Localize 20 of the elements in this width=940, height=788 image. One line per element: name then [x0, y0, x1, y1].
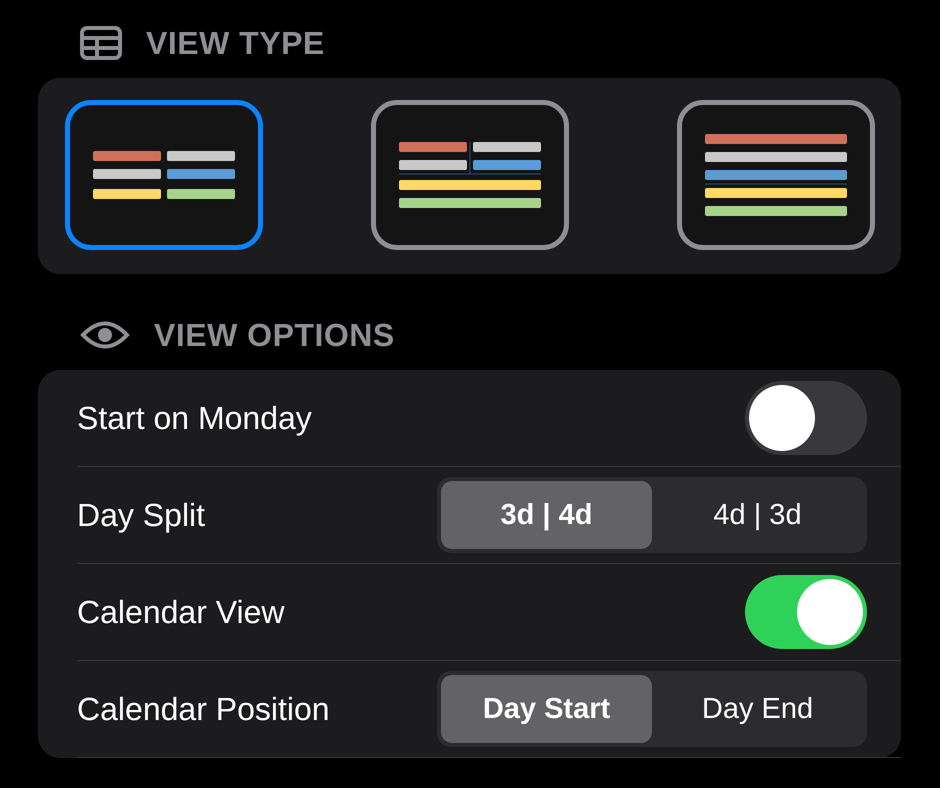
- table-icon: [80, 26, 122, 60]
- layout-icon: [705, 134, 847, 216]
- segmented-control[interactable]: Day Start Day End: [437, 671, 867, 747]
- row-label: Start on Monday: [77, 400, 312, 436]
- row-label: Calendar View: [77, 594, 285, 630]
- view-type-option[interactable]: [371, 100, 569, 250]
- section-title: VIEW OPTIONS: [154, 316, 395, 354]
- segment-option[interactable]: Day End: [652, 675, 863, 743]
- row-label: Day Split: [77, 496, 206, 534]
- view-type-option[interactable]: [677, 100, 875, 250]
- section-title: VIEW TYPE: [146, 24, 325, 62]
- eye-icon: [80, 320, 130, 350]
- segmented-control[interactable]: 3d | 4d 4d | 3d: [437, 477, 867, 553]
- view-type-option[interactable]: [65, 100, 263, 250]
- row-label: Calendar Position: [77, 690, 330, 728]
- layout-icon: [93, 151, 235, 199]
- segment-option[interactable]: Day Start: [441, 675, 652, 743]
- segment-option[interactable]: 4d | 3d: [652, 481, 863, 549]
- segment-option[interactable]: 3d | 4d: [441, 481, 652, 549]
- layout-icon: [399, 142, 541, 208]
